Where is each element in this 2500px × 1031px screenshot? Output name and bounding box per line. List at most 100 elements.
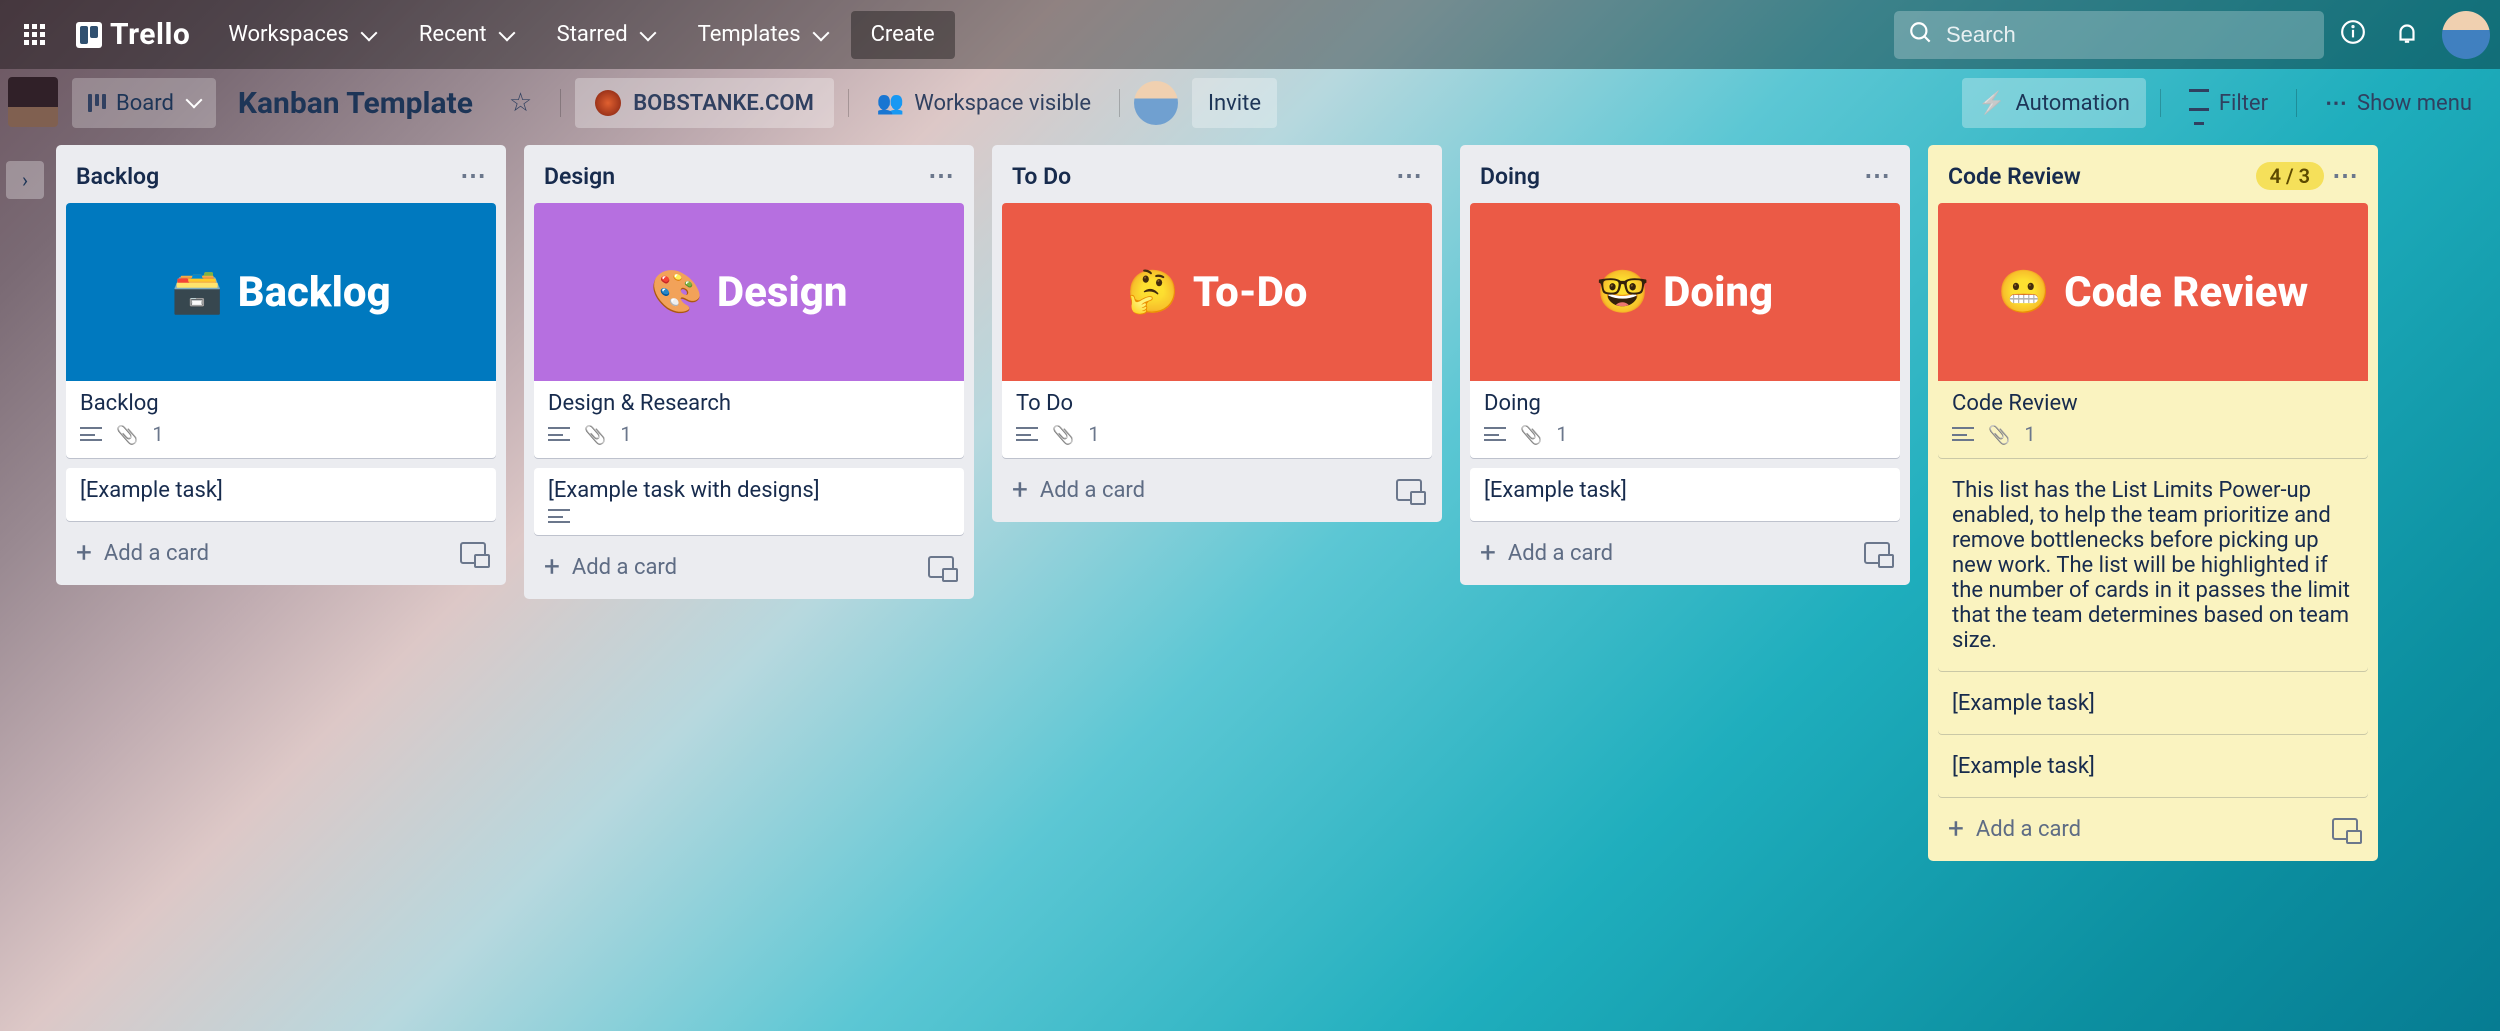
bolt-icon: [1978, 91, 2005, 116]
card-template-icon[interactable]: [460, 542, 486, 564]
invite-button[interactable]: Invite: [1192, 78, 1277, 128]
board-canvas-row: › Backlog 🗃️ Backlog Backlog 1 [Example task]…: [0, 137, 2500, 1031]
brand-home-link[interactable]: Trello: [62, 17, 204, 52]
add-card-button[interactable]: +Add a card: [1002, 468, 1432, 512]
nav-workspaces[interactable]: Workspaces: [208, 11, 395, 59]
card-cover: 🎨Design: [534, 203, 964, 381]
card[interactable]: This list has the List Limits Power-up e…: [1938, 468, 2368, 671]
cover-emoji-icon: 🗃️: [171, 268, 223, 317]
nav-starred[interactable]: Starred: [537, 11, 674, 59]
card-body: To Do1: [1002, 381, 1432, 458]
card-title: This list has the List Limits Power-up e…: [1952, 478, 2354, 653]
list: Backlog🗃️BacklogBacklog1[Example task]+A…: [56, 145, 506, 585]
add-card-label: Add a card: [1976, 817, 2081, 842]
card-body: Code Review1: [1938, 381, 2368, 458]
card-body: This list has the List Limits Power-up e…: [1938, 468, 2368, 671]
cover-emoji-icon: 🤔: [1127, 268, 1179, 317]
plus-icon: +: [1480, 539, 1496, 567]
list-header: To Do: [1002, 157, 1432, 193]
description-icon: [80, 427, 102, 441]
search-input[interactable]: [1946, 22, 2310, 48]
list-menu-button[interactable]: [2332, 161, 2358, 191]
board-member-avatar[interactable]: [1134, 81, 1178, 125]
cover-text: Code Review: [2064, 268, 2308, 317]
card[interactable]: [Example task with designs]: [534, 468, 964, 535]
attachment-count: 1: [1088, 422, 1099, 446]
card[interactable]: 🤔To-DoTo Do1: [1002, 203, 1432, 458]
add-card-label: Add a card: [104, 541, 209, 566]
cover-text: Backlog: [238, 268, 391, 317]
visibility-button[interactable]: 👥 Workspace visible: [863, 78, 1105, 128]
list-header: Backlog: [66, 157, 496, 193]
brand-name: Trello: [110, 17, 190, 52]
filter-button[interactable]: Filter: [2175, 78, 2282, 128]
notifications-button[interactable]: [2382, 11, 2432, 59]
cover-emoji-icon: 🤓: [1597, 268, 1649, 317]
card-template-icon[interactable]: [1864, 542, 1890, 564]
list-title[interactable]: Design: [544, 163, 928, 190]
card[interactable]: 🗃️BacklogBacklog1: [66, 203, 496, 458]
plus-icon: +: [76, 539, 92, 567]
list-header: Doing: [1470, 157, 1900, 193]
card[interactable]: 🎨DesignDesign & Research1: [534, 203, 964, 458]
plus-icon: +: [544, 553, 560, 581]
card-badges: [548, 509, 950, 523]
attachment-icon: [116, 422, 138, 446]
list-title[interactable]: Doing: [1480, 163, 1864, 190]
card-template-icon[interactable]: [928, 556, 954, 578]
card-cover: 🤔To-Do: [1002, 203, 1432, 381]
card-cover: 🤓Doing: [1470, 203, 1900, 381]
card-title: [Example task]: [1952, 754, 2354, 779]
add-card-label: Add a card: [572, 555, 677, 580]
board-header-row: Board Kanban Template BOBSTANKE.COM 👥 Wo…: [0, 69, 2500, 137]
external-site-link[interactable]: BOBSTANKE.COM: [575, 78, 834, 128]
board-title[interactable]: Kanban Template: [230, 86, 481, 121]
description-icon: [1016, 427, 1038, 441]
list-title[interactable]: To Do: [1012, 163, 1396, 190]
card[interactable]: 😬Code ReviewCode Review1: [1938, 203, 2368, 458]
info-button[interactable]: [2328, 11, 2378, 59]
card[interactable]: [Example task]: [1938, 744, 2368, 797]
description-icon: [548, 509, 570, 523]
list-menu-button[interactable]: [460, 161, 486, 191]
card-cover: 🗃️ Backlog: [66, 203, 496, 381]
list-menu-button[interactable]: [928, 161, 954, 191]
card-template-icon[interactable]: [1396, 479, 1422, 501]
cover-emoji-icon: 🎨: [651, 268, 703, 317]
board-canvas[interactable]: Backlog🗃️BacklogBacklog1[Example task]+A…: [50, 137, 2500, 1031]
star-board-button[interactable]: [495, 78, 546, 128]
description-icon: [1952, 427, 1974, 441]
list-title[interactable]: Code Review: [1948, 163, 2256, 190]
automation-button[interactable]: Automation: [1962, 78, 2146, 128]
card-body: [Example task]: [1938, 744, 2368, 797]
card[interactable]: [Example task]: [1938, 681, 2368, 734]
nav-templates[interactable]: Templates: [678, 11, 847, 59]
attachment-count: 1: [1556, 422, 1567, 446]
expand-sidebar-button[interactable]: ›: [6, 161, 44, 199]
list-menu-button[interactable]: [1396, 161, 1422, 191]
account-avatar[interactable]: [2442, 11, 2490, 59]
create-button[interactable]: Create: [851, 11, 955, 59]
card[interactable]: 🤓DoingDoing1: [1470, 203, 1900, 458]
add-card-button[interactable]: +Add a card: [1470, 531, 1900, 575]
nav-recent[interactable]: Recent: [399, 11, 533, 59]
card[interactable]: [Example task]: [1470, 468, 1900, 521]
view-switcher[interactable]: Board: [72, 78, 216, 128]
card[interactable]: [Example task]: [66, 468, 496, 521]
list-title[interactable]: Backlog: [76, 163, 460, 190]
filter-icon: [2189, 89, 2209, 117]
add-card-button[interactable]: +Add a card: [1938, 807, 2368, 851]
workspace-avatar[interactable]: [8, 77, 58, 127]
add-card-button[interactable]: + Add a card: [534, 545, 964, 589]
card-title: Backlog: [80, 391, 482, 416]
global-search[interactable]: [1894, 11, 2324, 59]
add-card-button[interactable]: + Add a card: [66, 531, 496, 575]
apps-launcher-button[interactable]: [10, 11, 58, 59]
list-menu-button[interactable]: [1864, 161, 1890, 191]
description-icon: [1484, 427, 1506, 441]
card-template-icon[interactable]: [2332, 818, 2358, 840]
list: Doing 🤓DoingDoing1 [Example task] +Add a ca…: [1460, 145, 1910, 585]
show-menu-button[interactable]: Show menu: [2311, 78, 2486, 128]
card-badges: 1: [548, 422, 950, 446]
card-body: Doing1: [1470, 381, 1900, 458]
